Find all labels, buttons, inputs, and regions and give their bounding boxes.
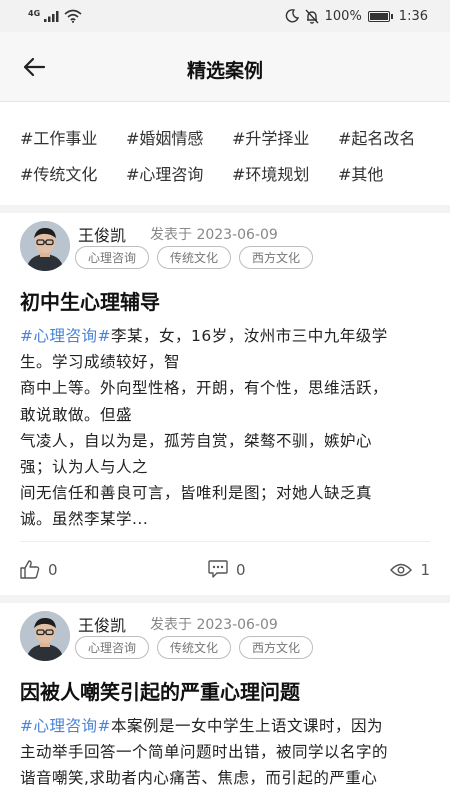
chip-western-culture[interactable]: 西方文化 [239, 636, 314, 659]
avatar-photo [20, 221, 70, 271]
excerpt-line: 谐音嘲笑,求助者内心痛苦、焦虑，而引起的严重心 [20, 769, 378, 788]
app-header: 精选案例 [0, 32, 450, 102]
battery-percent: 100% [324, 8, 362, 24]
like-count: 0 [48, 560, 58, 579]
chip-traditional-culture[interactable]: 传统文化 [157, 636, 232, 659]
case-excerpt: #心理咨询#李某，女，16岁，汝州市三中九年级学 生。学习成绩较好，智 商中上等… [20, 323, 430, 533]
avatar[interactable] [20, 611, 70, 661]
eye-icon [390, 563, 413, 576]
author-name: 王俊凯 [78, 616, 127, 635]
section-divider [0, 205, 450, 213]
section-divider [0, 595, 450, 603]
wifi-icon [64, 9, 82, 23]
tag-filter: #工作事业 #婚姻情感 #升学择业 #起名改名 #传统文化 #心理咨询 #环境规… [0, 103, 450, 205]
case-card[interactable]: 王俊凯 发表于 2023-06-09 心理咨询 传统文化 西方文化 初中生心理辅… [0, 213, 450, 595]
author-name: 王俊凯 [78, 226, 127, 245]
excerpt-line: #心理咨询#本案例是一女中学生上语文课时，因为 [20, 717, 383, 735]
action-bar: 0 0 1 [20, 541, 430, 597]
chip-traditional-culture[interactable]: 传统文化 [157, 246, 232, 269]
topic-tag[interactable]: #心理咨询# [20, 717, 111, 735]
tag-work[interactable]: #工作事业 [20, 125, 126, 149]
case-title[interactable]: 因被人嘲笑引起的严重心理问题 [20, 677, 430, 707]
tag-psychology[interactable]: #心理咨询 [126, 161, 232, 185]
case-card[interactable]: 王俊凯 发表于 2023-06-09 心理咨询 传统文化 西方文化 因被人嘲笑引… [0, 603, 450, 800]
case-title[interactable]: 初中生心理辅导 [20, 287, 430, 317]
excerpt-line: 强；认为人与人之 [20, 458, 149, 477]
comment-icon [208, 560, 228, 578]
excerpt-line: 气凌人，自以为是，孤芳自赏，桀骜不驯，嫉妒心 [20, 431, 373, 450]
chip-psychology[interactable]: 心理咨询 [75, 636, 150, 659]
tag-education[interactable]: #升学择业 [232, 125, 338, 149]
moon-icon [285, 9, 299, 23]
network-label: 4G [28, 8, 41, 18]
excerpt-line: 间无信任和善良可言，皆唯利是图；对她人缺乏真 [20, 484, 373, 503]
tag-traditional-culture[interactable]: #传统文化 [20, 161, 126, 185]
battery-icon [367, 10, 393, 22]
author-row: 王俊凯 发表于 2023-06-09 心理咨询 传统文化 西方文化 [20, 213, 430, 273]
excerpt-line: 商中上等。外向型性格，开朗，有个性，思维活跃， [20, 379, 389, 398]
excerpt-line: #心理咨询#李某，女，16岁，汝州市三中九年级学 [20, 327, 388, 345]
tag-marriage[interactable]: #婚姻情感 [126, 125, 232, 149]
case-excerpt: #心理咨询#本案例是一女中学生上语文课时，因为 主动举手回答一个简单问题时出错，… [20, 713, 430, 792]
excerpt-line: 主动举手回答一个简单问题时出错，被同学以名字的 [20, 743, 389, 762]
clock: 1:36 [398, 8, 428, 24]
tag-naming[interactable]: #起名改名 [338, 125, 444, 149]
tag-row: #工作事业 #婚姻情感 #升学择业 #起名改名 [20, 119, 450, 155]
avatar-photo [20, 611, 70, 661]
tag-row: #传统文化 #心理咨询 #环境规划 #其他 [20, 155, 450, 191]
excerpt-line: 生。学习成绩较好，智 [20, 353, 181, 372]
thumbs-up-icon [20, 560, 40, 579]
tag-environment[interactable]: #环境规划 [232, 161, 338, 185]
avatar[interactable] [20, 221, 70, 271]
category-chips: 心理咨询 传统文化 西方文化 [75, 246, 314, 269]
chip-psychology[interactable]: 心理咨询 [75, 246, 150, 269]
post-date: 发表于 2023-06-09 [150, 617, 278, 633]
signal-icon [44, 11, 59, 22]
category-chips: 心理咨询 传统文化 西方文化 [75, 636, 314, 659]
author-row: 王俊凯 发表于 2023-06-09 心理咨询 传统文化 西方文化 [20, 603, 430, 663]
chip-western-culture[interactable]: 西方文化 [239, 246, 314, 269]
excerpt-line: 诚。虽然李某学... [20, 510, 149, 529]
page-title: 精选案例 [186, 60, 263, 82]
excerpt-line: 敢说敢做。但盛 [20, 405, 133, 424]
tag-other[interactable]: #其他 [338, 161, 444, 185]
comment-count: 0 [236, 560, 246, 579]
post-date: 发表于 2023-06-09 [150, 227, 278, 243]
view-count-group: 1 [390, 561, 430, 579]
status-bar: 4G 100% 1:36 [0, 0, 450, 32]
comment-button[interactable]: 0 [208, 560, 246, 579]
topic-tag[interactable]: #心理咨询# [20, 327, 111, 345]
view-count: 1 [420, 560, 430, 579]
like-button[interactable]: 0 [20, 560, 58, 579]
mute-bell-icon [305, 9, 319, 24]
